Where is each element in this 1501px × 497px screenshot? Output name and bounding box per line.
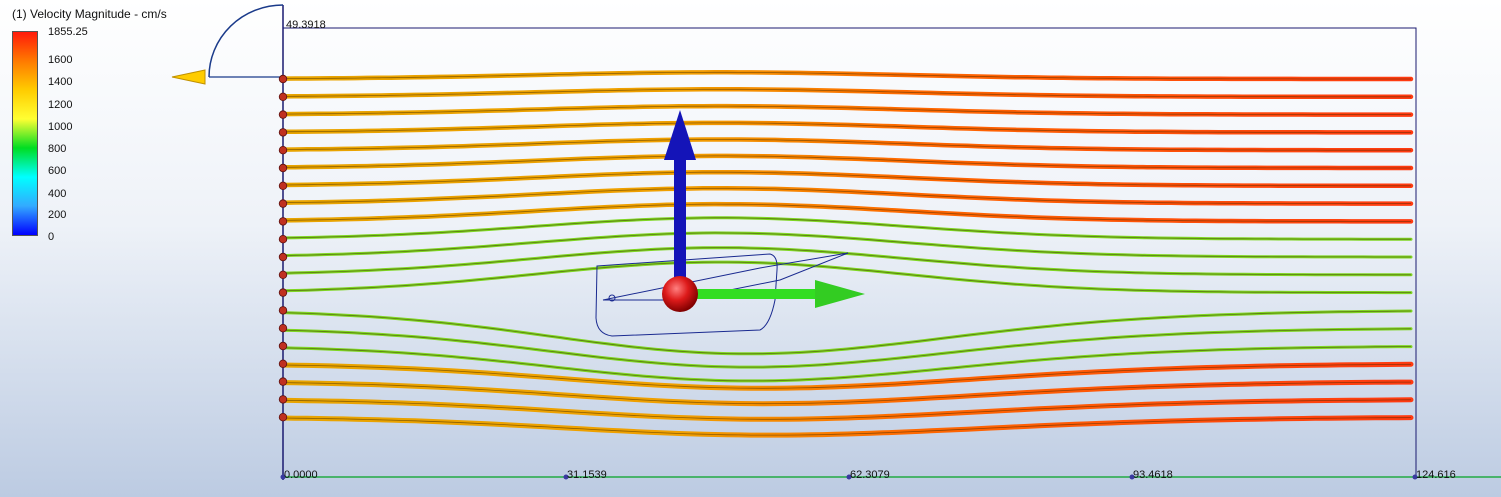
streamline [280, 169, 1414, 189]
y-max-label: 49.3918 [286, 19, 326, 31]
x-tick-label: 62.3079 [850, 469, 890, 481]
y-axis-arrow-icon [664, 110, 696, 160]
x-tick-label: 124.616 [1416, 469, 1456, 481]
streamline [280, 103, 1414, 117]
seed-point [278, 217, 288, 226]
x-axis-ticks: 0.0000 31.1539 62.3079 93.4618 124.616 [280, 469, 1456, 481]
x-tick: 31.1539 [563, 469, 607, 481]
seed-point [278, 128, 288, 137]
seed-point [278, 181, 288, 190]
streamline-core [282, 247, 1411, 276]
streamline [281, 246, 1413, 277]
seed-point [278, 92, 288, 101]
x-tick: 62.3079 [846, 469, 890, 481]
x-tick-label: 31.1539 [567, 469, 607, 481]
streamline [280, 186, 1414, 206]
x-tick: 93.4618 [1129, 469, 1173, 481]
triad-arc [208, 4, 284, 78]
streamline [280, 201, 1414, 224]
triad-arrow-icon [171, 69, 206, 85]
seed-point [278, 74, 288, 84]
seed-point [278, 145, 288, 155]
seed-point [278, 163, 288, 173]
x-tick: 0.0000 [280, 469, 318, 481]
seed-point [278, 377, 288, 386]
seed-point [278, 306, 288, 315]
seed-point [278, 288, 288, 297]
seed-point [278, 413, 288, 422]
streamline [280, 120, 1414, 135]
streamline [280, 137, 1414, 153]
seed-point [278, 359, 288, 368]
seed-point [278, 270, 288, 279]
view-triad[interactable] [171, 4, 284, 85]
seed-point [278, 252, 288, 262]
seed-point [278, 199, 288, 208]
seed-point [278, 234, 288, 244]
x-axis-arrow-icon [815, 280, 865, 308]
x-tick: 124.616 [1412, 469, 1456, 481]
origin-sphere [662, 276, 698, 312]
simulation-viewport[interactable]: 49.3918 0.0000 31.1539 62.3079 93.4618 1… [0, 0, 1501, 497]
streamline [280, 87, 1414, 100]
x-tick-label: 0.0000 [284, 469, 318, 481]
seed-point [278, 110, 288, 119]
seed-point [278, 395, 288, 404]
x-tick-label: 93.4618 [1133, 469, 1173, 481]
streamline [280, 153, 1414, 171]
seed-point [278, 324, 288, 333]
seed-point [278, 341, 288, 351]
